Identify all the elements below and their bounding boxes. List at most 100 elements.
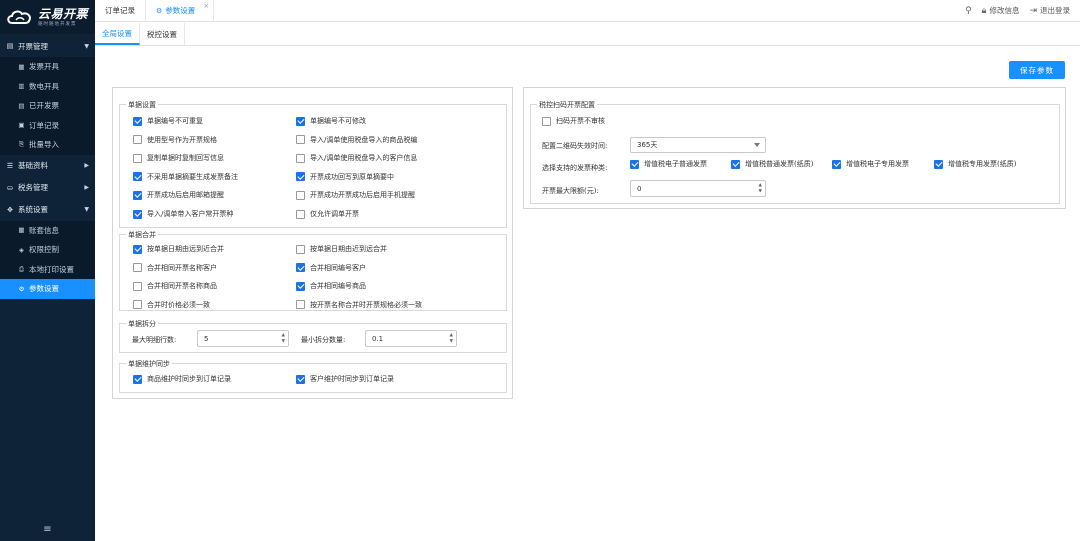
spinner-arrows-icon[interactable]: ▲ ▼ — [450, 333, 453, 345]
option-checkbox[interactable]: 合并相同开票名称客户 — [133, 263, 217, 273]
sidebar-item-permissions[interactable]: ◈ 权限控制 — [0, 240, 95, 260]
checkbox-icon — [133, 135, 142, 145]
chevron-right-icon: ▶ — [84, 184, 89, 191]
checkbox-icon — [133, 300, 142, 310]
sidebar: 云易开票 随时随地开发票 ▤ 开票管理 ▼ ▦ 发票开具 ▥ 数电开具 ▤ 已开发票 … — [0, 0, 95, 541]
checkbox-icon — [296, 209, 305, 219]
menu-group-basic-data[interactable]: ☰ 基础资料 ▶ — [0, 155, 95, 177]
clipboard-icon: ▣ — [18, 121, 25, 130]
option-checkbox[interactable]: 单据编号不可重复 — [133, 116, 203, 126]
sidebar-item-parameter-settings[interactable]: ⚙ 参数设置 — [0, 279, 95, 299]
brand-title: 云易开票 — [38, 6, 89, 21]
sidebar-item-account-info[interactable]: ▦ 账套信息 — [0, 220, 95, 240]
checkbox-checked-icon — [133, 116, 142, 126]
tab-parameter-settings[interactable]: ⚙ 参数设置 × — [146, 0, 215, 21]
monitor-icon: ▤ — [6, 42, 14, 50]
option-checkbox[interactable]: 增值税电子专用发票 — [832, 159, 909, 169]
option-checkbox[interactable]: 单据编号不可修改 — [296, 116, 366, 126]
checkbox-icon — [296, 300, 305, 310]
sidebar-item-batch-import[interactable]: ⎘ 批量导入 — [0, 135, 95, 155]
option-checkbox[interactable]: 增值税电子普通发票 — [630, 159, 707, 169]
checkbox-checked-icon — [630, 159, 639, 169]
menu-group-system[interactable]: ✥ 系统设置 ▼ — [0, 199, 95, 221]
checkbox-icon — [296, 153, 305, 163]
logout-icon: ⇥ — [1029, 5, 1037, 16]
collapse-menu-icon[interactable]: ≡ — [0, 524, 95, 535]
close-icon[interactable]: × — [203, 2, 209, 10]
logout-button[interactable]: ⇥ 退出登录 — [1029, 5, 1070, 16]
checkbox-checked-icon — [133, 209, 142, 219]
max-amount-label: 开票最大限额(元): — [542, 187, 599, 195]
account-icon: ▦ — [18, 226, 25, 235]
checkbox-checked-icon — [296, 374, 305, 384]
shield-icon: ◈ — [19, 245, 24, 254]
scan-no-audit-checkbox[interactable]: 扫码开票不审核 — [542, 116, 605, 126]
checkbox-checked-icon — [296, 281, 305, 291]
checkbox-checked-icon — [296, 263, 305, 273]
grid-icon: ▥ — [18, 82, 25, 91]
option-checkbox[interactable]: 按开票名称合并时开票规格必须一致 — [296, 300, 422, 310]
caret-down-icon — [754, 143, 760, 147]
option-checkbox[interactable]: 按单据日期由远到近合并 — [133, 244, 224, 254]
sidebar-item-print-settings[interactable]: ⎙ 本地打印设置 — [0, 259, 95, 279]
brand-subtitle: 随时随地开发票 — [38, 21, 77, 27]
min-split-qty-input[interactable]: 0.1 ▲ ▼ — [365, 330, 457, 347]
option-checkbox[interactable]: 合并相同编号商品 — [296, 281, 366, 291]
option-checkbox[interactable]: 增值税普通发票(纸质) — [731, 159, 813, 169]
sidebar-item-order-records[interactable]: ▣ 订单记录 — [0, 115, 95, 135]
menu-group-tax[interactable]: ⛀ 税务管理 ▶ — [0, 177, 95, 199]
user-icon[interactable]: ⚲ — [965, 6, 972, 16]
logo: 云易开票 随时随地开发票 — [0, 0, 95, 34]
qr-expire-select[interactable]: 365天 — [630, 137, 766, 153]
global-settings-panel: 单据设置 单据编号不可重复 单据编号不可修改 使用型号作为开票规格 导入/调单使用税盘… — [112, 87, 513, 399]
sidebar-item-issued-invoices[interactable]: ▤ 已开发票 — [0, 96, 95, 116]
settings-subtabs: 全局设置 税控设置 — [95, 23, 1080, 46]
option-checkbox[interactable]: 增值税专用发票(纸质) — [934, 159, 1016, 169]
option-checkbox[interactable]: 按单据日期由近到远合并 — [296, 244, 387, 254]
user-actions: ⚲ 🔒︎ 修改信息 ⇥ 退出登录 — [965, 0, 1080, 21]
tax-scan-group: 税控扫码开票配置 扫码开票不审核 配置二维码失效时间: 365天 选择支持的发票… — [530, 100, 1060, 204]
max-rows-input[interactable]: 5 ▲ ▼ — [197, 330, 289, 347]
option-checkbox[interactable]: 开票成功后启用邮箱提醒 — [133, 190, 224, 200]
option-checkbox[interactable]: 开票成功开票成功后启用手机提醒 — [296, 190, 415, 200]
save-parameters-button[interactable]: 保存参数 — [1009, 61, 1065, 79]
option-checkbox[interactable]: 导入/调单带入客户常开票种 — [133, 209, 233, 219]
chevron-down-icon: ▼ — [84, 42, 89, 50]
option-checkbox[interactable]: 客户维护时同步到订单记录 — [296, 374, 394, 384]
subtab-tax-control-settings[interactable]: 税控设置 — [140, 23, 185, 45]
option-checkbox[interactable]: 导入/调单使用税盘导入的客户信息 — [296, 153, 417, 163]
option-checkbox[interactable]: 开票成功回写到原单摘要中 — [296, 172, 394, 182]
max-amount-input[interactable]: 0 ▲ ▼ — [630, 180, 766, 197]
doc-split-legend: 单据拆分 — [126, 319, 158, 329]
list-icon: ▤ — [18, 101, 25, 110]
sidebar-item-issue-invoice[interactable]: ▦ 发票开具 — [0, 57, 95, 77]
checkbox-checked-icon — [731, 159, 740, 169]
option-checkbox[interactable]: 仅允许调单开票 — [296, 209, 359, 219]
menu-group-invoicing[interactable]: ▤ 开票管理 ▼ — [0, 35, 95, 57]
checkbox-icon — [296, 244, 305, 254]
option-checkbox[interactable]: 合并相同开票名称商品 — [133, 281, 217, 291]
option-checkbox[interactable]: 不采用单据摘要生成发票备注 — [133, 172, 238, 182]
spinner-arrows-icon[interactable]: ▲ ▼ — [759, 183, 762, 195]
option-checkbox[interactable]: 商品维护时同步到订单记录 — [133, 374, 231, 384]
max-rows-label: 最大明细行数: — [132, 336, 177, 344]
checkbox-icon — [133, 263, 142, 273]
option-checkbox[interactable]: 导入/调单使用税盘导入的商品税编 — [296, 135, 417, 145]
option-checkbox[interactable]: 复制单据时复制回写信息 — [133, 153, 224, 163]
cloud-logo-icon — [7, 10, 31, 24]
chevron-right-icon: ▶ — [84, 162, 89, 169]
sidebar-item-digital-issue[interactable]: ▥ 数电开具 — [0, 76, 95, 96]
doc-split-group: 单据拆分 最大明细行数: 5 ▲ ▼ 最小拆分数量: 0.1 ▲ ▼ — [119, 319, 507, 353]
tab-order-records[interactable]: 订单记录 — [95, 0, 146, 21]
subtab-global-settings[interactable]: 全局设置 — [95, 23, 140, 45]
option-checkbox[interactable]: 使用型号作为开票规格 — [133, 135, 217, 145]
spinner-arrows-icon[interactable]: ▲ ▼ — [282, 333, 285, 345]
checkbox-checked-icon — [832, 159, 841, 169]
option-checkbox[interactable]: 合并时价格必须一致 — [133, 300, 210, 310]
option-checkbox[interactable]: 合并相同编号客户 — [296, 263, 366, 273]
top-tab-bar: 订单记录 ⚙ 参数设置 × ⚲ 🔒︎ 修改信息 ⇥ 退出登录 — [95, 0, 1080, 22]
printer-icon: ⎙ — [18, 264, 25, 273]
edit-info-button[interactable]: 🔒︎ 修改信息 — [982, 5, 1020, 16]
doc-sync-legend: 单据维护同步 — [126, 359, 172, 369]
doc-settings-group: 单据设置 单据编号不可重复 单据编号不可修改 使用型号作为开票规格 导入/调单使用税盘… — [119, 100, 507, 228]
